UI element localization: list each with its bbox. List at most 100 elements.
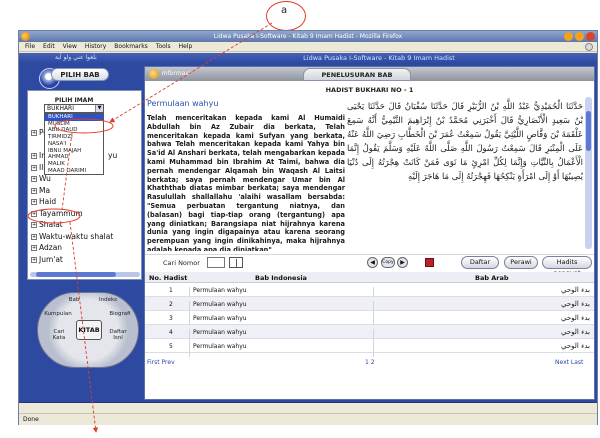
app-area: بلِّغوا عني ولو آية Lidwa Pusaka I-Softw…	[19, 53, 597, 403]
tab-penelusuran-bab[interactable]: PENELUSURAN BAB	[303, 68, 411, 81]
maximize-button[interactable]	[575, 32, 584, 41]
perawi-button[interactable]: Perawi	[504, 256, 538, 269]
cell-bab-indonesia: Permulaan wahyu	[193, 315, 247, 322]
tree-item-label: Tayammum	[39, 208, 83, 218]
hadith-toolbar: Cari Nomor ◀ Copy ▶ Daftar Perawi Hadits…	[145, 254, 594, 277]
cell-bab-arab: بدء الوحي	[561, 300, 590, 308]
tree-item-label: Ma	[39, 185, 51, 195]
previous-hadith-button[interactable]: ◀	[367, 257, 378, 268]
dial-cari-kata-button[interactable]: Cari Kata	[48, 329, 70, 341]
left-panel: PILIH BAB PILIH IMAM BUKHARI ▼ BUKHARI MU…	[23, 66, 142, 402]
tree-item-partial: yu	[108, 151, 118, 160]
table-header: No. Hadist Bab Indonesia Bab Arab	[145, 272, 594, 283]
tree-item[interactable]: + Ma	[28, 185, 141, 197]
table-row[interactable]: 1 Permulaan wahyu بدء الوحي	[145, 283, 594, 301]
imam-option[interactable]: ABU DAUD	[45, 127, 103, 134]
tree-item-label: Adzan	[39, 243, 63, 252]
close-button[interactable]	[586, 32, 595, 41]
indonesian-column: Permulaan wahyu Telah menceritakan kepad…	[147, 99, 345, 251]
imam-option[interactable]: NASA'I	[45, 141, 103, 148]
expand-icon[interactable]: +	[31, 176, 37, 182]
menu-history[interactable]: History	[85, 42, 106, 51]
tree-item[interactable]: + Waktu-waktu shalat	[28, 231, 141, 243]
hadith-content: Permulaan wahyu Telah menceritakan kepad…	[147, 95, 584, 251]
expand-icon[interactable]: +	[31, 210, 37, 217]
imam-select[interactable]: BUKHARI ▼	[44, 104, 104, 113]
navigation-dial: Bab Indeks Kumpulan Biografi Cari Kata D…	[37, 292, 139, 368]
expand-icon[interactable]: +	[31, 130, 37, 136]
table-row[interactable]: 4 Permulaan wahyu بدء الوحي	[145, 325, 594, 343]
gear-icon[interactable]	[585, 43, 593, 51]
expand-icon[interactable]: +	[31, 233, 37, 240]
status-text: Done	[23, 416, 39, 423]
scrollbar-thumb[interactable]	[36, 272, 116, 277]
tree-item[interactable]: + Tayammum	[28, 208, 141, 220]
menu-bookmarks[interactable]: Bookmarks	[114, 42, 148, 51]
indonesian-text: Telah menceritakan kepada kami Al Humaid…	[147, 114, 345, 251]
pager-first-prev[interactable]: First Prev	[147, 359, 175, 366]
tree-item[interactable]: + Shalat	[28, 219, 141, 231]
annotation-label: a	[281, 5, 288, 16]
expand-icon[interactable]: +	[31, 245, 37, 251]
column-header-bab-indonesia: Bab Indonesia	[255, 274, 307, 282]
expand-icon[interactable]: +	[31, 187, 37, 194]
copy-button[interactable]: Copy	[381, 257, 395, 268]
bookmark-flag-icon[interactable]	[425, 258, 434, 267]
table-row[interactable]: 2 Permulaan wahyu بدء الوحي	[145, 297, 594, 315]
info-bar: Informasi PENELUSURAN BAB	[145, 67, 594, 81]
table-row[interactable]: 5 Permulaan wahyu بدء الوحي	[145, 339, 594, 357]
imam-option[interactable]: MUSLIM	[45, 121, 103, 128]
tree-item[interactable]: + Jum'at	[28, 254, 141, 266]
imam-option[interactable]: TIRMIDZI	[45, 134, 103, 141]
cell-bab-indonesia: Permulaan wahyu	[193, 343, 247, 350]
pager-pages[interactable]: 1 2	[365, 359, 375, 366]
expand-icon[interactable]: +	[31, 164, 37, 171]
cell-bab-arab: بدء الوحي	[561, 314, 590, 322]
tree-item-label: Jum'at	[39, 254, 63, 264]
cell-bab-indonesia: Permulaan wahyu	[193, 329, 247, 336]
expand-icon[interactable]: +	[31, 256, 37, 263]
menu-view[interactable]: View	[63, 42, 77, 51]
expand-icon[interactable]: +	[31, 222, 37, 228]
chevron-down-icon[interactable]: ▼	[95, 105, 103, 112]
dial-biografi-button[interactable]: Biografi	[104, 311, 136, 317]
cari-nomor-input[interactable]	[207, 257, 225, 268]
content-vertical-scrollbar[interactable]	[585, 97, 592, 249]
expand-icon[interactable]: +	[31, 199, 37, 205]
minimize-button[interactable]	[564, 32, 573, 41]
tree-item[interactable]: + Adzan	[28, 242, 141, 254]
tree-horizontal-scrollbar[interactable]	[30, 272, 140, 277]
daftar-button[interactable]: Daftar	[461, 256, 499, 269]
tree-item-label: Waktu-waktu shalat	[39, 231, 114, 241]
table-row[interactable]: 3 Permulaan wahyu بدء الوحي	[145, 311, 594, 329]
dial-bab-button[interactable]: Bab	[64, 297, 84, 303]
firefox-icon	[21, 32, 30, 41]
imam-option[interactable]: BUKHARI	[45, 114, 103, 121]
dial-kitab-button[interactable]: KITAB	[76, 320, 102, 340]
imam-option[interactable]: IBNU MAJAH	[45, 148, 103, 155]
hadits-penguat-button[interactable]: Hadits penguat	[542, 256, 592, 277]
menu-edit[interactable]: Edit	[43, 42, 55, 51]
scrollbar-thumb[interactable]	[586, 111, 591, 151]
menu-file[interactable]: File	[25, 42, 35, 51]
tree-item-label: Haid	[39, 197, 57, 206]
right-panel: Informasi PENELUSURAN BAB HADIST BUKHARI…	[144, 66, 595, 400]
app-brand: Lidwa Pusaka I-Software - Kitab 9 Imam H…	[303, 54, 455, 62]
dial-daftar-isnl-button[interactable]: Daftar Isnl	[106, 329, 130, 341]
cell-no: 1	[169, 287, 173, 294]
expand-icon[interactable]: +	[31, 153, 37, 159]
pilih-bab-button[interactable]: PILIH BAB	[51, 68, 109, 81]
next-hadith-button[interactable]: ▶	[397, 257, 408, 268]
arabic-text: حَدَّثَنَا الْحُمَيْدِيُّ عَبْدُ اللَّهِ…	[347, 101, 583, 181]
dial-indeks-button[interactable]: Indeks	[96, 297, 120, 303]
imam-option[interactable]: AHMAD	[45, 154, 103, 161]
menu-help[interactable]: Help	[179, 42, 193, 51]
imam-option[interactable]: MALIK	[45, 161, 103, 168]
results-table: No. Hadist Bab Indonesia Bab Arab 1 Permu…	[145, 272, 594, 357]
menu-tools[interactable]: Tools	[156, 42, 171, 51]
book-icon[interactable]	[229, 257, 243, 268]
imam-option[interactable]: MAAD DARIMI	[45, 168, 103, 175]
dial-kumpulan-button[interactable]: Kumpulan	[42, 311, 74, 317]
pager-next-last[interactable]: Next Last	[555, 359, 583, 366]
tree-item[interactable]: + Haid	[28, 196, 141, 208]
